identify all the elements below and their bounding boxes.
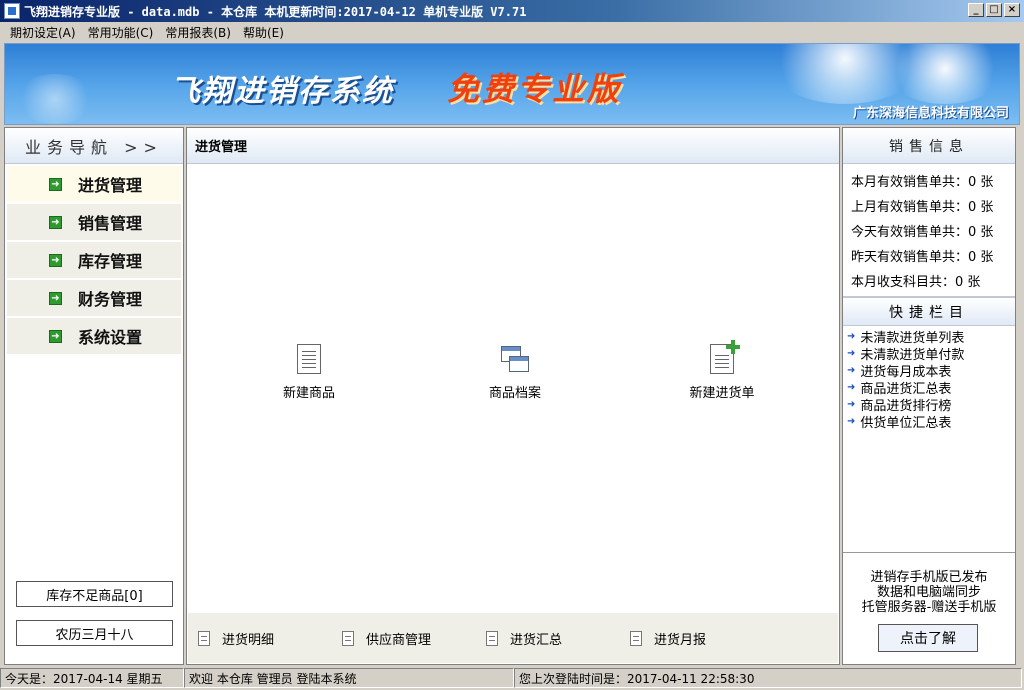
purchase-detail-link[interactable]: 进货明细 xyxy=(198,629,274,648)
stat-today-sales: 今天有效销售单共：0 张 xyxy=(851,225,994,240)
quick-link-unpaid-purchase-list[interactable]: ➜ 未清款进货单列表 xyxy=(847,328,964,346)
lunar-date-button[interactable]: 农历三月十八 xyxy=(16,620,173,646)
app-banner: 飞翔进销存系统 免费专业版 广东深海信息科技有限公司 xyxy=(4,43,1020,125)
arrow-right-icon: ➜ xyxy=(49,177,62,191)
banner-subtitle: 免费专业版 xyxy=(447,70,623,108)
nav-item-inventory[interactable]: ➜ 库存管理 xyxy=(7,242,181,278)
report-icon xyxy=(630,630,642,646)
nav-item-label: 销售管理 xyxy=(78,214,143,233)
section-title: 进货管理 xyxy=(187,128,839,164)
sales-info-header: 销售信息 xyxy=(843,128,1015,164)
minimize-button[interactable]: _ xyxy=(968,3,984,17)
menu-help[interactable]: 帮助(E) xyxy=(237,24,290,41)
arrow-right-icon: ➜ xyxy=(847,382,856,393)
arrow-right-icon: ➜ xyxy=(847,399,856,410)
nav-item-settings[interactable]: ➜ 系统设置 xyxy=(7,318,181,354)
quick-link-purchase-ranking[interactable]: ➜ 商品进货排行榜 xyxy=(847,396,964,414)
arrow-right-icon: ➜ xyxy=(49,329,62,343)
mobile-promo: 进销存手机版已发布 数据和电脑端同步 托管服务器-赠送手机版 xyxy=(843,552,1015,615)
title-bar: 飞翔进销存专业版 - data.mdb - 本仓库 本机更新时间:2017-04… xyxy=(0,0,1024,22)
supplier-management-link[interactable]: 供应商管理 xyxy=(342,629,431,648)
nav-item-label: 系统设置 xyxy=(78,328,143,347)
arrow-right-icon: ➜ xyxy=(49,215,62,229)
menu-bar: 期初设定(A) 常用功能(C) 常用报表(B) 帮助(E) xyxy=(0,22,1024,42)
stat-last-month-sales: 上月有效销售单共：0 张 xyxy=(851,200,994,215)
quick-link-label: 供货单位汇总表 xyxy=(860,416,952,431)
new-purchase-order-shortcut[interactable]: 新建进货单 xyxy=(662,340,782,401)
business-navigation-panel: 业务导航 >> ➜ 进货管理 ➜ 销售管理 ➜ 库存管理 ➜ 财务管理 ➜ 系统… xyxy=(4,127,184,665)
status-bar: 今天是：2017-04-14 星期五 欢迎 本仓库 管理员 登陆本系统 您上次登… xyxy=(0,667,1024,689)
status-today: 今天是：2017-04-14 星期五 xyxy=(0,668,184,688)
nav-item-label: 财务管理 xyxy=(78,290,143,309)
sales-info-panel: 销售信息 本月有效销售单共：0 张 上月有效销售单共：0 张 今天有效销售单共：… xyxy=(842,127,1016,665)
shortcut-label: 新建进货单 xyxy=(689,386,755,401)
company-name: 广东深海信息科技有限公司 xyxy=(852,106,1009,121)
stat-month-accounts: 本月收支科目共：0 张 xyxy=(851,275,981,290)
sales-stats: 本月有效销售单共：0 张 上月有效销售单共：0 张 今天有效销售单共：0 张 昨… xyxy=(843,164,1015,293)
shortcut-label: 商品档案 xyxy=(488,386,541,401)
report-icon xyxy=(342,630,354,646)
report-icon xyxy=(198,630,210,646)
arrow-right-icon: ➜ xyxy=(847,348,856,359)
arrow-right-icon: ➜ xyxy=(847,416,856,427)
quick-link-unpaid-purchase-payment[interactable]: ➜ 未清款进货单付款 xyxy=(847,345,964,363)
stat-yesterday-sales: 昨天有效销售单共：0 张 xyxy=(851,250,994,265)
link-label: 进货月报 xyxy=(654,632,707,648)
quick-link-monthly-cost[interactable]: ➜ 进货每月成本表 xyxy=(847,362,964,380)
arrow-right-icon: ➜ xyxy=(847,365,856,376)
menu-initial-setup[interactable]: 期初设定(A) xyxy=(4,24,82,41)
link-label: 进货明细 xyxy=(222,632,275,648)
sparkle-decoration xyxy=(885,44,1005,104)
maximize-button[interactable]: □ xyxy=(986,3,1002,17)
promo-line: 进销存手机版已发布 xyxy=(870,570,988,585)
nav-item-sales[interactable]: ➜ 销售管理 xyxy=(7,204,181,240)
status-welcome: 欢迎 本仓库 管理员 登陆本系统 xyxy=(184,668,514,688)
quick-links-header: 快捷栏目 xyxy=(843,296,1015,326)
link-label: 供应商管理 xyxy=(366,632,432,648)
nav-item-finance[interactable]: ➜ 财务管理 xyxy=(7,280,181,316)
quick-links-list: ➜ 未清款进货单列表 ➜ 未清款进货单付款 ➜ 进货每月成本表 ➜ 商品进货汇总表 ➜ 商… xyxy=(847,328,964,431)
report-icon xyxy=(486,630,498,646)
product-archive-shortcut[interactable]: 商品档案 xyxy=(455,344,575,401)
quick-link-product-purchase-summary[interactable]: ➜ 商品进货汇总表 xyxy=(847,379,964,397)
stat-this-month-sales: 本月有效销售单共：0 张 xyxy=(851,175,994,190)
windows-icon xyxy=(501,344,529,374)
low-stock-button[interactable]: 库存不足商品[0] xyxy=(16,581,173,607)
nav-item-purchase[interactable]: ➜ 进货管理 xyxy=(7,166,181,202)
new-product-shortcut[interactable]: 新建商品 xyxy=(249,344,369,401)
learn-more-button[interactable]: 点击了解 xyxy=(878,624,978,652)
window-title: 飞翔进销存专业版 - data.mdb - 本仓库 本机更新时间:2017-04… xyxy=(24,4,527,19)
main-content-panel: 进货管理 新建商品 商品档案 新建进货单 进货明细 供应商管理 进货汇总 进货月… xyxy=(186,127,840,665)
close-button[interactable]: × xyxy=(1004,3,1020,17)
menu-common-reports[interactable]: 常用报表(B) xyxy=(159,24,237,41)
arrow-right-icon: ➜ xyxy=(847,331,856,342)
menu-common-functions[interactable]: 常用功能(C) xyxy=(82,24,160,41)
arrow-right-icon: ➜ xyxy=(49,253,62,267)
quick-link-supplier-summary[interactable]: ➜ 供货单位汇总表 xyxy=(847,413,964,431)
nav-item-label: 库存管理 xyxy=(78,252,143,271)
new-document-icon xyxy=(708,340,740,374)
sparkle-decoration xyxy=(15,74,95,124)
status-last-login: 您上次登陆时间是：2017-04-11 22:58:30 xyxy=(514,668,1022,688)
purchase-monthly-link[interactable]: 进货月报 xyxy=(630,629,706,648)
app-icon xyxy=(4,3,20,19)
document-icon xyxy=(295,344,323,374)
window-controls: _ □ × xyxy=(968,3,1020,17)
nav-header[interactable]: 业务导航 >> xyxy=(5,128,183,164)
arrow-right-icon: ➜ xyxy=(49,291,62,305)
report-links-bar: 进货明细 供应商管理 进货汇总 进货月报 xyxy=(188,613,838,663)
shortcut-label: 新建商品 xyxy=(282,386,335,401)
link-label: 进货汇总 xyxy=(510,632,563,648)
purchase-summary-link[interactable]: 进货汇总 xyxy=(486,629,562,648)
promo-line: 数据和电脑端同步 xyxy=(876,585,981,600)
promo-line: 托管服务器-赠送手机版 xyxy=(861,600,997,615)
nav-item-label: 进货管理 xyxy=(78,176,143,195)
banner-title: 飞翔进销存系统 xyxy=(170,74,394,109)
